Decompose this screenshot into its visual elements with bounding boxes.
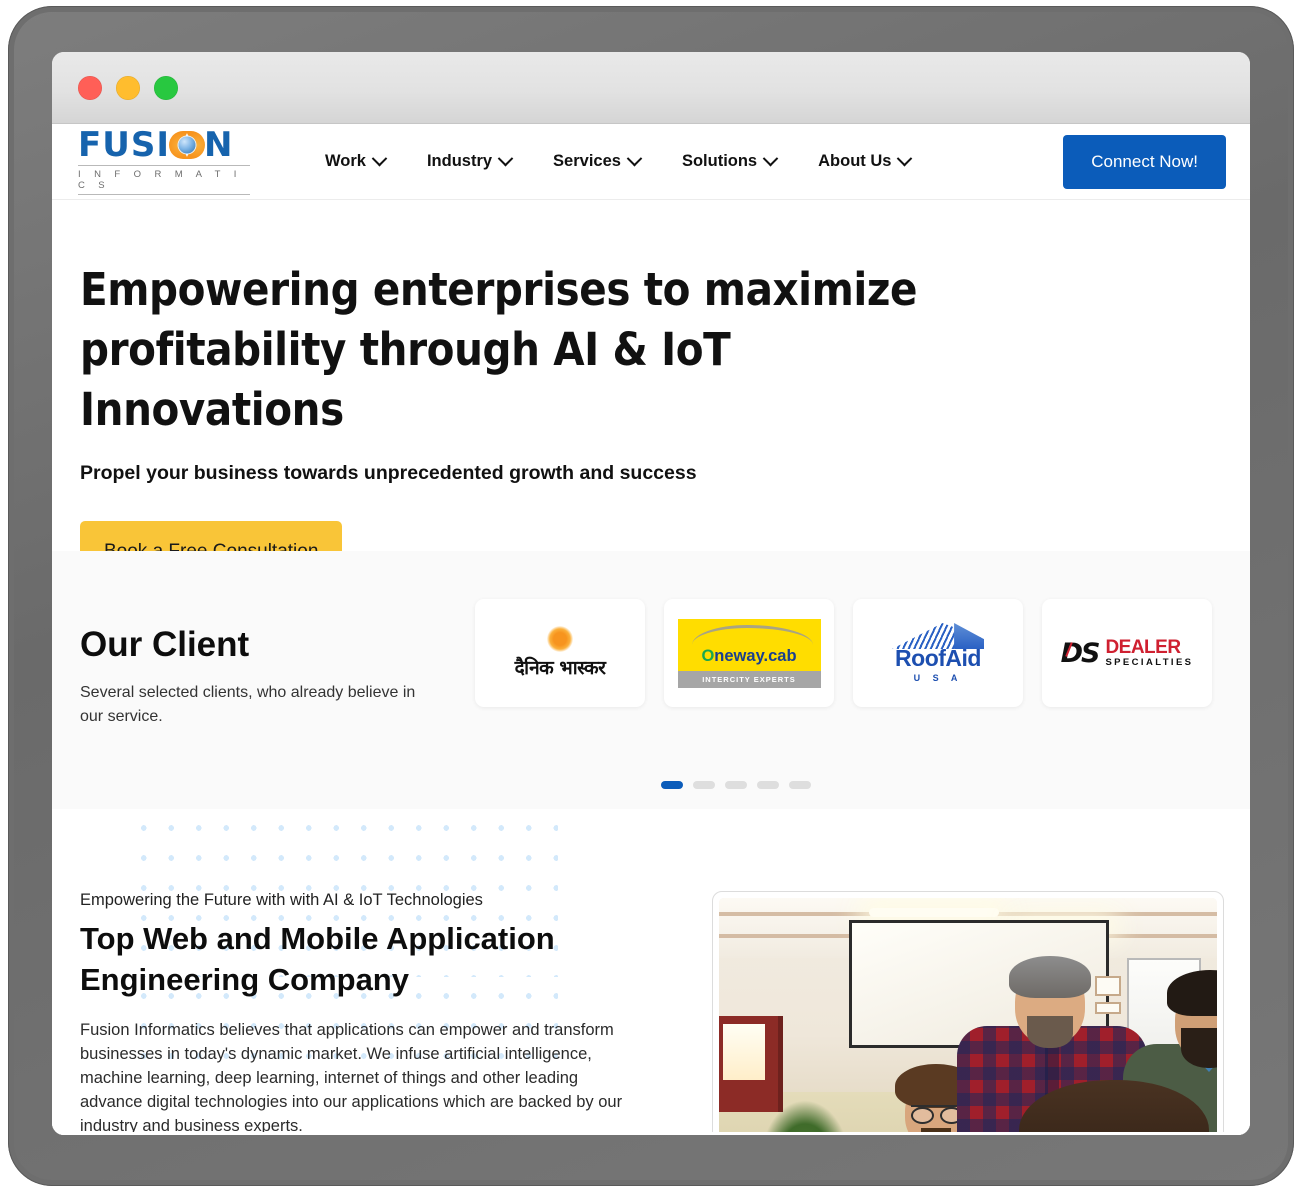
sun-icon bbox=[546, 626, 573, 652]
about-body-text: Fusion Informatics believes that applica… bbox=[80, 1021, 623, 1135]
client-logo-card[interactable]: RoofAid U S A bbox=[853, 599, 1023, 707]
glasses-icon bbox=[911, 1105, 963, 1124]
nav-item-industry[interactable]: Industry bbox=[426, 150, 514, 171]
brand-logo-divider-bottom bbox=[78, 194, 250, 195]
nav-item-label: Industry bbox=[426, 152, 493, 170]
dainik-bhaskar-logo: दैनिक भास्कर bbox=[515, 626, 606, 680]
globe-icon bbox=[168, 130, 205, 160]
clients-title: Our Client bbox=[80, 625, 250, 664]
about-section: Empowering the Future with with AI & IoT… bbox=[52, 809, 1250, 1135]
brand-name-pre: FUSI bbox=[78, 125, 170, 165]
nav-item-work[interactable]: Work bbox=[325, 150, 388, 171]
client-logo-carousel[interactable]: दैनिक भास्कर Oneway.cab INTERCITY EXPERT… bbox=[475, 599, 1212, 707]
roof-icon bbox=[892, 623, 984, 649]
nav-item-solutions[interactable]: Solutions bbox=[681, 150, 779, 171]
hero-title: Empowering enterprises to maximize profi… bbox=[80, 263, 918, 436]
chevron-down-icon bbox=[897, 150, 913, 167]
oneway-cab-logo: Oneway.cab INTERCITY EXPERTS bbox=[677, 618, 821, 688]
carousel-dot-2[interactable] bbox=[693, 781, 715, 789]
nav-item-label: Services bbox=[553, 152, 621, 170]
client-logo-sublabel: SPECIALTIES bbox=[1105, 656, 1194, 668]
page-viewport: FUSI N I N F O R M A T I C S Work Indust… bbox=[52, 124, 1250, 1135]
brand-tagline: I N F O R M A T I C S bbox=[78, 169, 242, 191]
client-logo-label: दैनिक भास्कर bbox=[514, 657, 606, 679]
maximize-window-button[interactable] bbox=[154, 75, 178, 100]
carousel-dot-5[interactable] bbox=[789, 781, 811, 789]
client-logo-monogram: DS bbox=[1060, 637, 1101, 669]
nav-item-label: Solutions bbox=[681, 152, 758, 170]
main-navigation: Work Industry Services Solutions About U… bbox=[325, 150, 1063, 171]
dealer-specialties-logo: DS DEALER SPECIALTIES bbox=[1061, 638, 1194, 669]
hero-subtitle: Propel your business towards unprecedent… bbox=[80, 462, 697, 484]
carousel-dot-1[interactable] bbox=[661, 781, 683, 789]
nav-item-services[interactable]: Services bbox=[553, 150, 643, 171]
about-title: Top Web and Mobile Application Engineeri… bbox=[80, 921, 555, 997]
client-logo-card[interactable]: Oneway.cab INTERCITY EXPERTS bbox=[664, 599, 834, 707]
chevron-down-icon bbox=[626, 150, 643, 167]
close-window-button[interactable] bbox=[78, 75, 102, 100]
connect-now-button[interactable]: Connect Now! bbox=[1063, 134, 1226, 189]
clients-description: Several selected clients, who already be… bbox=[80, 684, 416, 725]
client-logo-label-lead: O bbox=[701, 646, 715, 665]
browser-window: FUSI N I N F O R M A T I C S Work Indust… bbox=[52, 52, 1250, 1135]
chevron-down-icon bbox=[762, 150, 779, 167]
client-logo-sublabel: U S A bbox=[913, 673, 963, 683]
car-icon bbox=[691, 624, 813, 647]
window-titlebar bbox=[52, 52, 1250, 124]
chevron-down-icon bbox=[497, 150, 514, 167]
nav-item-about-us[interactable]: About Us bbox=[818, 150, 913, 171]
client-logo-label: RoofAid bbox=[895, 645, 981, 671]
brand-logo-divider-top bbox=[78, 165, 250, 166]
hero-section: Empowering enterprises to maximize profi… bbox=[52, 200, 1250, 583]
client-logo-label: neway.cab bbox=[714, 646, 797, 665]
nav-item-label: Work bbox=[325, 152, 366, 170]
client-logo-card[interactable]: दैनिक भास्कर bbox=[475, 599, 645, 707]
carousel-dot-4[interactable] bbox=[757, 781, 779, 789]
brand-logo[interactable]: FUSI N I N F O R M A T I C S bbox=[78, 128, 250, 195]
carousel-dot-3[interactable] bbox=[725, 781, 747, 789]
carousel-pagination bbox=[52, 781, 1250, 789]
client-logo-sublabel: INTERCITY EXPERTS bbox=[677, 670, 821, 688]
team-collaboration-photo bbox=[719, 898, 1217, 1135]
clients-intro: Our Client Several selected clients, who… bbox=[80, 599, 475, 729]
nav-item-label: About Us bbox=[818, 152, 892, 170]
client-logo-card[interactable]: DS DEALER SPECIALTIES bbox=[1042, 599, 1212, 707]
person-with-long-hair bbox=[1019, 1080, 1209, 1135]
minimize-window-button[interactable] bbox=[116, 75, 140, 100]
brand-logo-wordmark: FUSI N bbox=[78, 128, 250, 162]
roofaid-usa-logo: RoofAid U S A bbox=[892, 623, 984, 683]
about-image-card bbox=[712, 891, 1224, 1135]
about-eyebrow: Empowering the Future with with AI & IoT… bbox=[80, 891, 483, 909]
chevron-down-icon bbox=[371, 150, 388, 167]
site-header: FUSI N I N F O R M A T I C S Work Indust… bbox=[52, 124, 1250, 200]
our-clients-section: Our Client Several selected clients, who… bbox=[52, 551, 1250, 809]
client-logo-label: DEALER bbox=[1105, 636, 1181, 658]
brand-name-post: N bbox=[203, 125, 234, 165]
page-bottom-edge bbox=[52, 1132, 1250, 1135]
